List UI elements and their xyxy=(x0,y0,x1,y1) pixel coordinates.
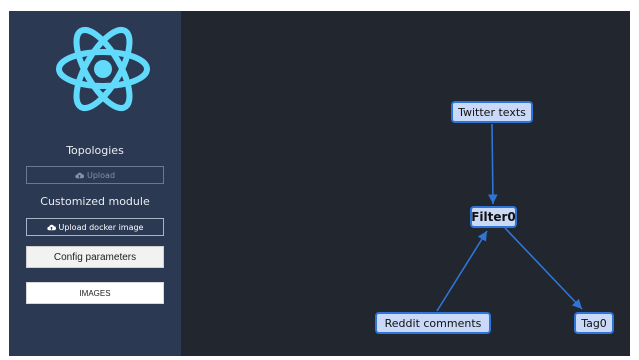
sidebar: Topologies Upload Customized module Uplo… xyxy=(9,11,181,356)
config-parameters-button[interactable]: Config parameters xyxy=(26,246,164,268)
edge-filter-to-tag xyxy=(504,227,583,310)
node-twitter-texts[interactable]: Twitter texts xyxy=(451,101,533,123)
upload-button-label: Upload xyxy=(86,170,116,180)
edge-twitter-to-filter xyxy=(488,123,498,205)
topology-canvas[interactable]: Twitter texts Filter0 Reddit comments Ta… xyxy=(181,11,630,356)
edge-reddit-to-filter xyxy=(436,230,488,312)
cloud-upload-icon xyxy=(46,224,56,230)
node-filter0[interactable]: Filter0 xyxy=(470,206,517,228)
upload-docker-image-label: Upload docker image xyxy=(58,222,144,232)
react-logo-icon xyxy=(56,26,150,112)
images-label: IMAGES xyxy=(79,288,111,298)
node-tag0[interactable]: Tag0 xyxy=(574,312,614,334)
topologies-heading: Topologies xyxy=(66,144,124,157)
graph-edges xyxy=(436,123,583,312)
upload-button[interactable]: Upload xyxy=(26,166,164,184)
upload-docker-image-button[interactable]: Upload docker image xyxy=(26,218,164,236)
node-reddit-comments[interactable]: Reddit comments xyxy=(375,312,491,334)
cloud-upload-icon xyxy=(75,172,84,178)
customized-module-heading: Customized module xyxy=(40,195,150,208)
images-button[interactable]: IMAGES xyxy=(26,282,164,304)
config-parameters-label: Config parameters xyxy=(53,251,137,263)
